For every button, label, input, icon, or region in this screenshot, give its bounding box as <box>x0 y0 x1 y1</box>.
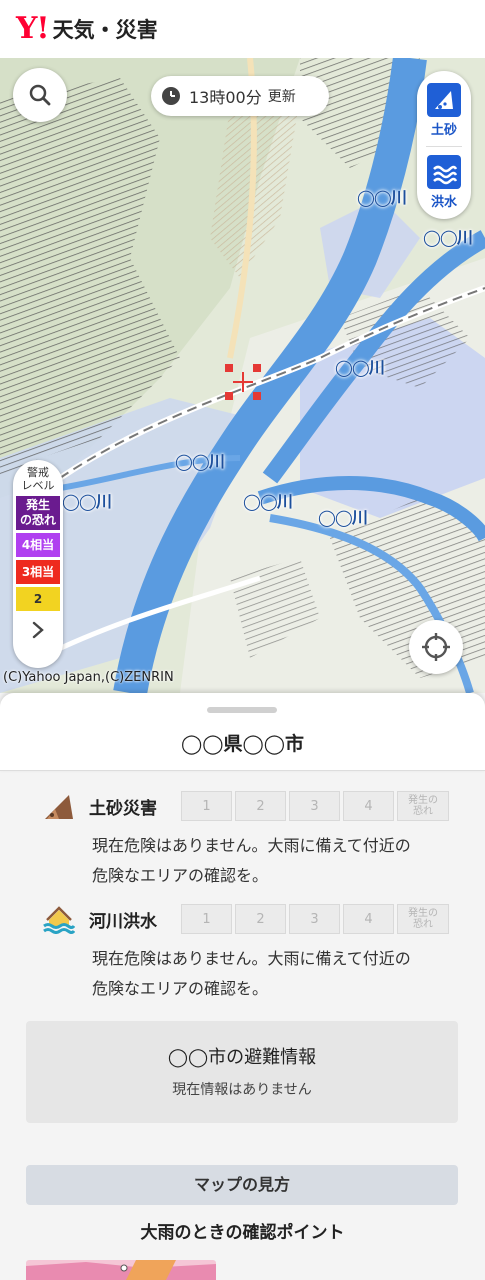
region-name: ◯◯県◯◯市 <box>180 733 305 755</box>
evacuation-title: ◯◯市の避難情報 <box>167 1047 317 1068</box>
update-time-pill: 13時00分 更新 <box>151 76 329 116</box>
level-box: 1 <box>181 904 232 934</box>
legend-level-4: 4相当 <box>16 533 60 557</box>
layer-switcher: 土砂 洪水 <box>417 71 471 219</box>
river-label: ◯◯川 <box>318 508 368 527</box>
update-label: 更新 <box>267 89 296 105</box>
chevron-right-icon[interactable] <box>31 620 45 640</box>
level-box-occurrence: 発生の 恐れ <box>397 791 449 821</box>
river-label: ◯◯川 <box>175 452 225 471</box>
level-box: 2 <box>235 904 286 934</box>
flood-house-icon <box>43 906 75 934</box>
legend-level-2: 2 <box>16 587 60 611</box>
landslide-risk-row: 土砂災害 1 2 3 4 発生の 恐れ 現在危険はありません。大雨に備えて付近の … <box>43 791 463 891</box>
layer-label: 土砂 <box>430 123 457 138</box>
river-label: ◯◯川 <box>423 228 473 247</box>
drag-handle[interactable] <box>207 707 277 713</box>
level-box-occurrence: 発生の 恐れ <box>397 904 449 934</box>
info-sheet: ◯◯県◯◯市 土砂災害 1 2 3 4 発生の 恐れ 現在危険はありません。大雨に… <box>0 693 485 1280</box>
evacuation-info-card[interactable]: ◯◯市の避難情報 現在情報はありません <box>26 1021 458 1123</box>
level-box: 1 <box>181 791 232 821</box>
sheet-header[interactable]: ◯◯県◯◯市 <box>0 693 485 771</box>
river-label: ◯◯川 <box>335 358 385 377</box>
evacuation-status: 現在情報はありません <box>172 1082 312 1098</box>
search-icon <box>29 84 51 106</box>
legend-level-3: 3相当 <box>16 560 60 584</box>
river-label: ◯◯川 <box>357 188 407 207</box>
level-box: 2 <box>235 791 286 821</box>
layer-flood-button[interactable]: 洪水 <box>422 155 466 210</box>
legend-level-occurrence: 発生 の恐れ <box>16 496 60 530</box>
legend-title: 警戒 レベル <box>21 466 55 492</box>
level-box: 4 <box>343 791 394 821</box>
risk-name: 河川洪水 <box>89 911 157 932</box>
alert-level-legend[interactable]: 警戒 レベル 発生 の恐れ 4相当 3相当 2 <box>13 460 63 668</box>
level-box: 3 <box>289 791 340 821</box>
level-box: 4 <box>343 904 394 934</box>
flood-layer-icon <box>427 155 461 189</box>
map-background <box>0 58 485 693</box>
river-label: ◯◯川 <box>62 492 112 511</box>
crosshair-icon <box>422 633 450 661</box>
search-button[interactable] <box>13 68 67 122</box>
level-indicator: 1 2 3 4 発生の 恐れ <box>181 904 452 934</box>
map-copyright: (C)Yahoo Japan,(C)ZENRIN <box>3 670 174 685</box>
risk-description: 現在危険はありません。大雨に備えて付近の 危険なエリアの確認を。 <box>92 949 411 998</box>
divider <box>426 146 462 147</box>
landslide-layer-icon <box>427 83 461 117</box>
map-guide-button[interactable]: マップの見方 <box>26 1165 458 1205</box>
clock-icon <box>162 87 180 105</box>
risk-description: 現在危険はありません。大雨に備えて付近の 危険なエリアの確認を。 <box>92 836 411 885</box>
level-box: 3 <box>289 904 340 934</box>
yahoo-logo[interactable]: Y! <box>16 14 50 44</box>
app-header: Y! 天気・災害 <box>0 0 485 58</box>
app-title[interactable]: 天気・災害 <box>53 14 158 44</box>
flood-risk-row: 河川洪水 1 2 3 4 発生の 恐れ 現在危険はありません。大雨に備えて付近の … <box>43 904 463 1004</box>
hazard-map[interactable]: ◯◯川 ◯◯川 ◯◯川 ◯◯川 ◯◯川 ◯◯川 ◯◯川 13時00分 更新 土砂… <box>0 58 485 693</box>
checkpoint-thumbnail[interactable] <box>26 1260 216 1280</box>
risk-name: 土砂災害 <box>89 798 157 819</box>
heavy-rain-checkpoints-title: 大雨のときの確認ポイント <box>140 1223 345 1243</box>
level-indicator: 1 2 3 4 発生の 恐れ <box>181 791 452 821</box>
layer-landslide-button[interactable]: 土砂 <box>422 83 466 138</box>
layer-label: 洪水 <box>430 195 457 210</box>
landslide-icon <box>45 795 73 819</box>
river-label: ◯◯川 <box>243 492 293 511</box>
current-location-button[interactable] <box>409 620 463 674</box>
update-time: 13時00分 <box>189 88 262 107</box>
